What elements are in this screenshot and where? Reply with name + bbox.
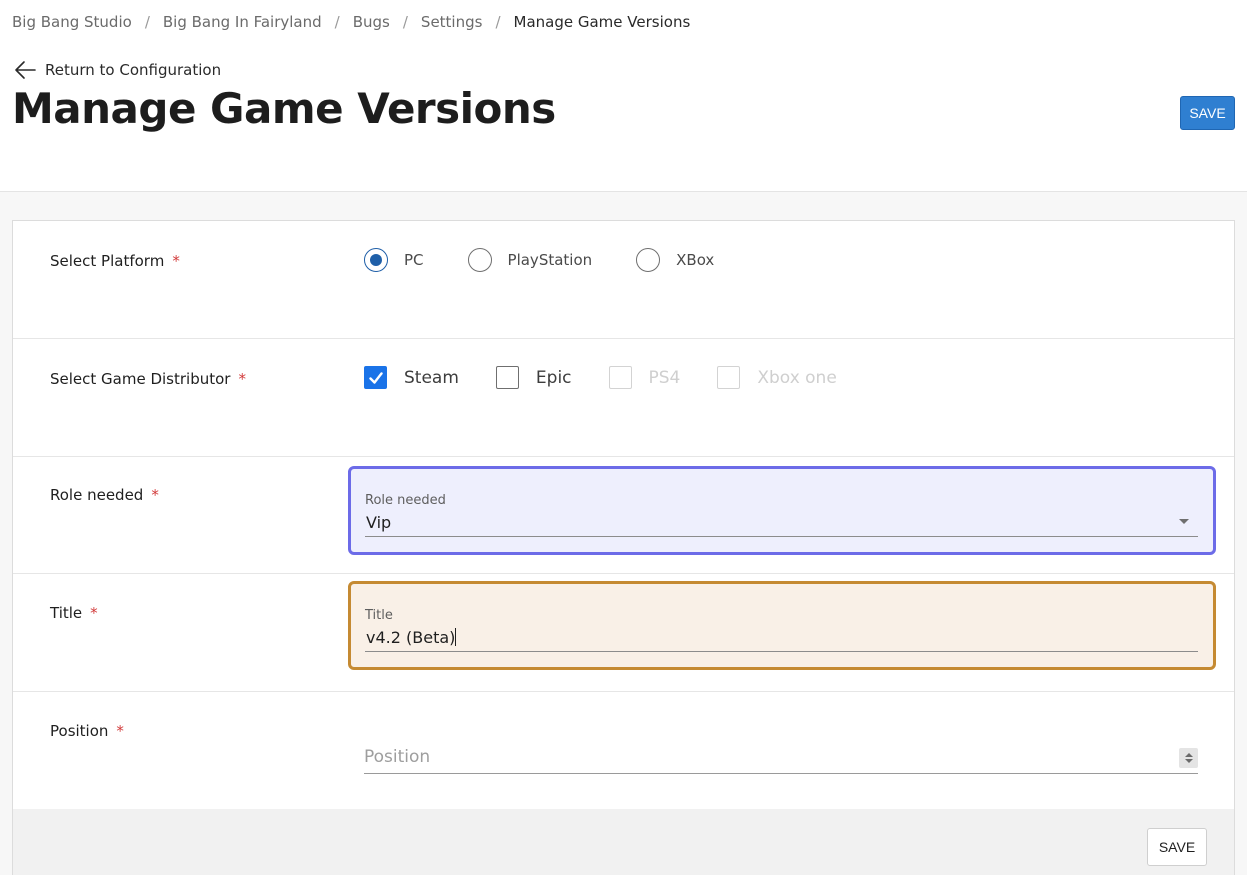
radio-label-xbox: XBox [676, 251, 715, 269]
breadcrumb-separator: / [402, 13, 408, 31]
checkmark-icon [368, 371, 383, 384]
radio-selected-dot [370, 254, 382, 266]
stepper-down-icon[interactable] [1184, 759, 1193, 763]
breadcrumb-separator: / [334, 13, 340, 31]
breadcrumb-item-current: Manage Game Versions [513, 13, 691, 31]
page-title: Manage Game Versions [12, 84, 556, 133]
required-marker: * [151, 486, 159, 504]
radio-playstation[interactable] [467, 248, 492, 272]
role-label-text: Role needed [50, 486, 144, 504]
radio-xbox[interactable] [636, 248, 661, 272]
checkbox-label-xbox-one: Xbox one [757, 367, 837, 388]
checkbox-label-epic: Epic [535, 367, 572, 388]
save-button-top[interactable]: SAVE [1180, 96, 1235, 130]
breadcrumb-separator: / [144, 13, 150, 31]
return-link-label: Return to Configuration [45, 61, 222, 79]
save-button-bottom[interactable]: SAVE [1147, 828, 1207, 866]
role-row: Role needed * Role needed Vip [13, 457, 1234, 574]
form-footer: SAVE [13, 809, 1234, 875]
checkbox-ps4 [608, 366, 632, 389]
breadcrumb-item-bugs[interactable]: Bugs [353, 13, 390, 31]
position-label: Position * [50, 722, 124, 740]
breadcrumb-item-studio[interactable]: Big Bang Studio [12, 13, 132, 31]
required-marker: * [238, 370, 246, 388]
stepper-up-icon[interactable] [1184, 753, 1193, 757]
breadcrumb: Big Bang Studio / Big Bang In Fairyland … [12, 13, 690, 31]
checkbox-xbox-one [717, 366, 741, 389]
title-field-label: Title [365, 608, 393, 623]
position-input[interactable]: Position [364, 744, 1198, 774]
position-label-text: Position [50, 722, 109, 740]
checkbox-label-steam: Steam [404, 367, 459, 388]
checkbox-option-ps4: PS4 [608, 366, 681, 389]
return-to-configuration-link[interactable]: Return to Configuration [14, 60, 221, 80]
checkbox-option-steam[interactable]: Steam [364, 366, 459, 389]
checkbox-label-ps4: PS4 [648, 367, 681, 388]
title-field-underline [365, 651, 1198, 652]
title-input[interactable]: Title v4.2 (Beta) [348, 581, 1216, 670]
checkbox-steam[interactable] [364, 366, 387, 389]
breadcrumb-item-settings[interactable]: Settings [421, 13, 483, 31]
radio-label-pc: PC [404, 251, 424, 269]
position-placeholder: Position [364, 747, 431, 767]
required-marker: * [172, 252, 180, 270]
distributor-label: Select Game Distributor * [50, 370, 246, 388]
required-marker: * [90, 604, 98, 622]
title-label-text: Title [50, 604, 83, 622]
dropdown-arrow-icon[interactable] [1179, 519, 1189, 524]
number-stepper-icon[interactable] [1179, 748, 1198, 768]
platform-row: Select Platform * PC PlayStation XBox [13, 221, 1234, 339]
platform-radio-group: PC PlayStation XBox [364, 248, 758, 272]
platform-label-text: Select Platform [50, 252, 165, 270]
breadcrumb-separator: / [495, 13, 501, 31]
platform-label: Select Platform * [50, 252, 180, 270]
distributor-label-text: Select Game Distributor [50, 370, 231, 388]
checkbox-epic[interactable] [495, 366, 519, 389]
radio-option-pc[interactable]: PC [364, 248, 424, 272]
breadcrumb-item-project[interactable]: Big Bang In Fairyland [163, 13, 322, 31]
position-row: Position * Position [13, 692, 1234, 809]
title-input-value[interactable]: v4.2 (Beta) [366, 628, 457, 647]
title-row: Title * Title v4.2 (Beta) [13, 574, 1234, 692]
distributor-checkbox-group: Steam Epic PS4 Xbox one [364, 366, 874, 389]
role-selected-value: Vip [366, 513, 392, 532]
role-field-label: Role needed [365, 493, 446, 508]
radio-option-playstation[interactable]: PlayStation [467, 248, 593, 272]
distributor-row: Select Game Distributor * Steam Epic PS4 … [13, 339, 1234, 457]
radio-option-xbox[interactable]: XBox [636, 248, 714, 272]
required-marker: * [116, 722, 124, 740]
radio-label-playstation: PlayStation [507, 251, 593, 269]
form-card: Select Platform * PC PlayStation XBox Sel… [12, 220, 1235, 875]
role-field-underline [365, 536, 1198, 537]
title-label: Title * [50, 604, 98, 622]
role-label: Role needed * [50, 486, 159, 504]
radio-pc[interactable] [364, 248, 388, 272]
text-cursor [455, 628, 457, 646]
checkbox-option-epic[interactable]: Epic [495, 366, 572, 389]
role-select[interactable]: Role needed Vip [348, 466, 1216, 555]
checkbox-option-xbox-one: Xbox one [717, 366, 837, 389]
title-value-text: v4.2 (Beta) [366, 628, 456, 647]
arrow-left-icon [15, 61, 36, 79]
